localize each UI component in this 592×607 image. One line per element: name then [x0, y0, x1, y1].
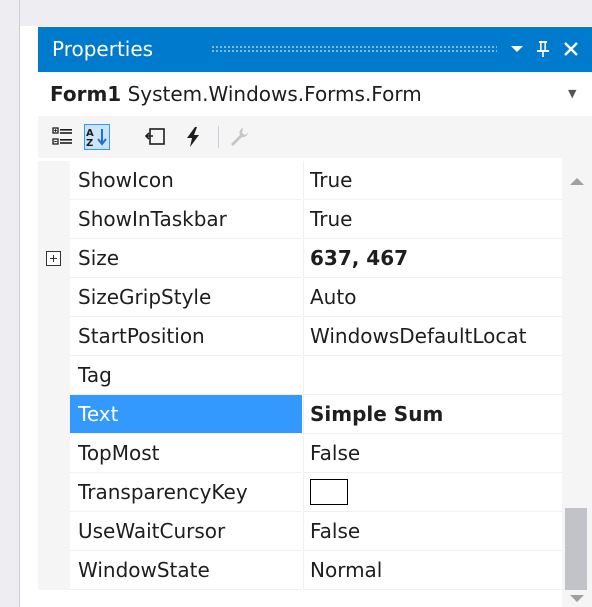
- vertical-scrollbar[interactable]: [562, 158, 592, 607]
- property-name: ShowIcon: [70, 161, 302, 200]
- property-row-transparencykey[interactable]: TransparencyKey: [38, 473, 562, 512]
- property-row-size[interactable]: Size 637, 467: [38, 239, 562, 278]
- close-icon: [564, 42, 578, 56]
- titlebar-grip[interactable]: [211, 45, 497, 53]
- property-name: WindowState: [70, 551, 302, 590]
- alphabetical-sort-icon: A Z: [86, 128, 107, 148]
- property-name: UseWaitCursor: [70, 512, 302, 551]
- row-gutter: [38, 161, 70, 200]
- property-name: ShowInTaskbar: [70, 200, 302, 239]
- row-gutter: [38, 356, 70, 395]
- properties-titlebar[interactable]: Properties: [38, 27, 592, 72]
- color-swatch: [310, 479, 348, 505]
- property-name: StartPosition: [70, 317, 302, 356]
- row-gutter: [38, 317, 70, 356]
- property-value[interactable]: False: [303, 434, 562, 473]
- close-button[interactable]: [558, 33, 584, 65]
- selected-object-type: System.Windows.Forms.Form: [127, 82, 422, 106]
- expand-plus-icon[interactable]: [46, 251, 61, 266]
- selected-object-name: Form1: [50, 82, 122, 106]
- panel-title: Properties: [52, 37, 154, 61]
- properties-toolbar: A Z: [38, 116, 592, 158]
- property-name: Tag: [70, 356, 302, 395]
- events-lightning-icon: [187, 127, 199, 147]
- row-gutter: [38, 395, 70, 434]
- property-name: SizeGripStyle: [70, 278, 302, 317]
- row-gutter: [38, 434, 70, 473]
- property-name: TransparencyKey: [70, 473, 302, 512]
- property-name: Text: [70, 395, 302, 434]
- property-row-showicon[interactable]: ShowIcon True: [38, 161, 562, 200]
- row-gutter: [38, 551, 70, 590]
- property-value[interactable]: [303, 473, 562, 512]
- row-gutter: [38, 473, 70, 512]
- scrollbar-thumb[interactable]: [565, 508, 587, 590]
- wrench-icon: [231, 128, 248, 146]
- property-name: TopMost: [70, 434, 302, 473]
- property-row-topmost[interactable]: TopMost False: [38, 434, 562, 473]
- property-row-windowstate[interactable]: WindowState Normal: [38, 551, 562, 590]
- top-dock-strip: [20, 0, 592, 26]
- property-value[interactable]: False: [303, 512, 562, 551]
- properties-view-button[interactable]: [142, 124, 168, 150]
- property-name: Size: [70, 239, 302, 278]
- events-button[interactable]: [180, 124, 206, 150]
- svg-text:Z: Z: [86, 138, 93, 148]
- property-value[interactable]: Auto: [303, 278, 562, 317]
- row-gutter: [38, 200, 70, 239]
- property-grid: ShowIcon True ShowInTaskbar True Size 63…: [38, 158, 562, 607]
- property-value[interactable]: Normal: [303, 551, 562, 590]
- properties-page-icon: [144, 128, 165, 145]
- property-value[interactable]: WindowsDefaultLocat: [303, 317, 562, 356]
- properties-window: Properties Form1 System.Windows.Forms.Fo…: [38, 27, 592, 607]
- property-row-showintaskbar[interactable]: ShowInTaskbar True: [38, 200, 562, 239]
- property-row-usewaitcursor[interactable]: UseWaitCursor False: [38, 512, 562, 551]
- alphabetical-button[interactable]: A Z: [84, 124, 110, 150]
- property-row-tag[interactable]: Tag: [38, 356, 562, 395]
- row-gutter: [38, 512, 70, 551]
- categorized-icon: [52, 127, 72, 145]
- row-gutter: [38, 239, 70, 278]
- property-row-sizegripstyle[interactable]: SizeGripStyle Auto: [38, 278, 562, 317]
- property-value[interactable]: Simple Sum: [303, 395, 562, 434]
- property-row-text[interactable]: Text Simple Sum: [38, 395, 562, 434]
- row-gutter: [38, 278, 70, 317]
- scroll-up-arrow-icon[interactable]: [570, 178, 584, 185]
- dropdown-arrow-icon: ▼: [568, 87, 577, 100]
- chevron-down-icon: [511, 46, 523, 52]
- property-row-startposition[interactable]: StartPosition WindowsDefaultLocat: [38, 317, 562, 356]
- property-value[interactable]: [303, 356, 562, 395]
- left-dock-rail: [0, 0, 20, 607]
- auto-hide-pin-button[interactable]: [530, 33, 556, 65]
- window-position-dropdown-button[interactable]: [504, 33, 530, 65]
- scroll-down-arrow-icon[interactable]: [570, 595, 584, 602]
- property-value[interactable]: True: [303, 200, 562, 239]
- pin-icon: [537, 41, 549, 57]
- object-selector-dropdown[interactable]: Form1 System.Windows.Forms.Form ▼: [38, 72, 592, 116]
- property-value[interactable]: 637, 467: [303, 239, 562, 278]
- toolbar-separator: [218, 126, 219, 148]
- property-value[interactable]: True: [303, 161, 562, 200]
- property-pages-button[interactable]: [226, 124, 252, 150]
- categorized-button[interactable]: [50, 124, 76, 150]
